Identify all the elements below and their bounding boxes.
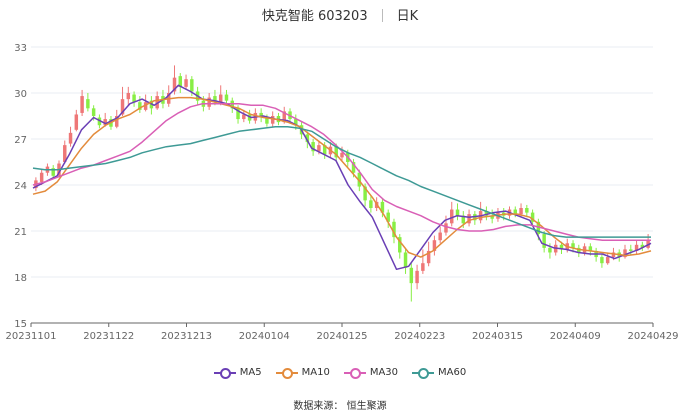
candle-body: [403, 252, 408, 268]
x-tick-label: 20240223: [394, 331, 445, 342]
legend-label: MA10: [301, 367, 330, 378]
candle-body: [629, 249, 633, 251]
candle-body: [317, 145, 321, 152]
legend-item-ma5[interactable]: MA5: [213, 367, 262, 379]
candle-body: [218, 94, 223, 103]
legend-label: MA5: [239, 367, 262, 378]
candle-body: [207, 97, 211, 107]
y-tick-label: 15: [14, 319, 27, 330]
legend-swatch: [275, 367, 298, 379]
candle-body: [68, 132, 73, 144]
candle-body: [369, 200, 373, 208]
candle-body: [421, 263, 425, 271]
candle-body: [415, 270, 419, 284]
candle-body: [542, 234, 546, 248]
candle-body: [74, 114, 79, 130]
x-tick-label: 20240104: [239, 331, 290, 342]
candle-body: [80, 96, 84, 113]
x-tick-label: 20231122: [83, 331, 134, 342]
y-tick-label: 30: [14, 89, 27, 100]
candle-body: [91, 108, 96, 116]
legend-item-ma60[interactable]: MA60: [412, 367, 466, 379]
candle-body: [548, 247, 552, 253]
x-tick-label: 20240125: [317, 331, 368, 342]
candle-body: [450, 209, 454, 224]
series-line-ma60: [32, 125, 651, 238]
x-tick-label: 20240429: [628, 331, 679, 342]
candle-body: [224, 94, 229, 101]
legend-swatch: [412, 367, 435, 379]
candle-body: [444, 223, 448, 233]
legend: MA5 MA10 MA30 MA60: [0, 367, 680, 379]
candle-body: [519, 208, 523, 215]
legend-swatch: [213, 367, 236, 379]
candle-body: [455, 209, 460, 216]
candle-body: [39, 172, 44, 182]
y-tick-label: 27: [14, 135, 27, 146]
candle-body: [184, 79, 188, 87]
x-tick-label: 20231101: [6, 331, 57, 342]
candle-body: [270, 116, 275, 124]
candle-body: [600, 257, 604, 264]
y-tick-label: 24: [14, 181, 27, 192]
kline-chart: 15 18 21 24 27 30 33 20231101 20231122 20231213 20…: [6, 43, 679, 342]
candle-body: [190, 79, 194, 92]
x-tick-label: 20240409: [550, 331, 601, 342]
x-tick-label: 20231213: [161, 331, 212, 342]
legend-item-ma10[interactable]: MA10: [275, 367, 330, 379]
series-line-ma10: [32, 96, 652, 258]
y-tick-label: 33: [14, 43, 27, 54]
legend-label: MA30: [369, 367, 399, 378]
legend-item-ma30[interactable]: MA30: [343, 367, 399, 379]
candle-body: [409, 267, 414, 284]
y-tick-label: 21: [14, 227, 27, 238]
candle-body: [525, 208, 529, 213]
legend-label: MA60: [438, 367, 467, 378]
x-tick-label: 20240315: [472, 331, 523, 342]
y-tick-label: 18: [14, 273, 27, 284]
series-line-ma5: [32, 84, 652, 271]
candle-body: [86, 99, 90, 109]
candle-body: [126, 93, 131, 100]
legend-swatch: [343, 367, 366, 379]
candle-body: [438, 232, 442, 241]
data-source: 数据来源： 恒生聚源: [293, 401, 387, 412]
candle-body: [605, 257, 610, 264]
